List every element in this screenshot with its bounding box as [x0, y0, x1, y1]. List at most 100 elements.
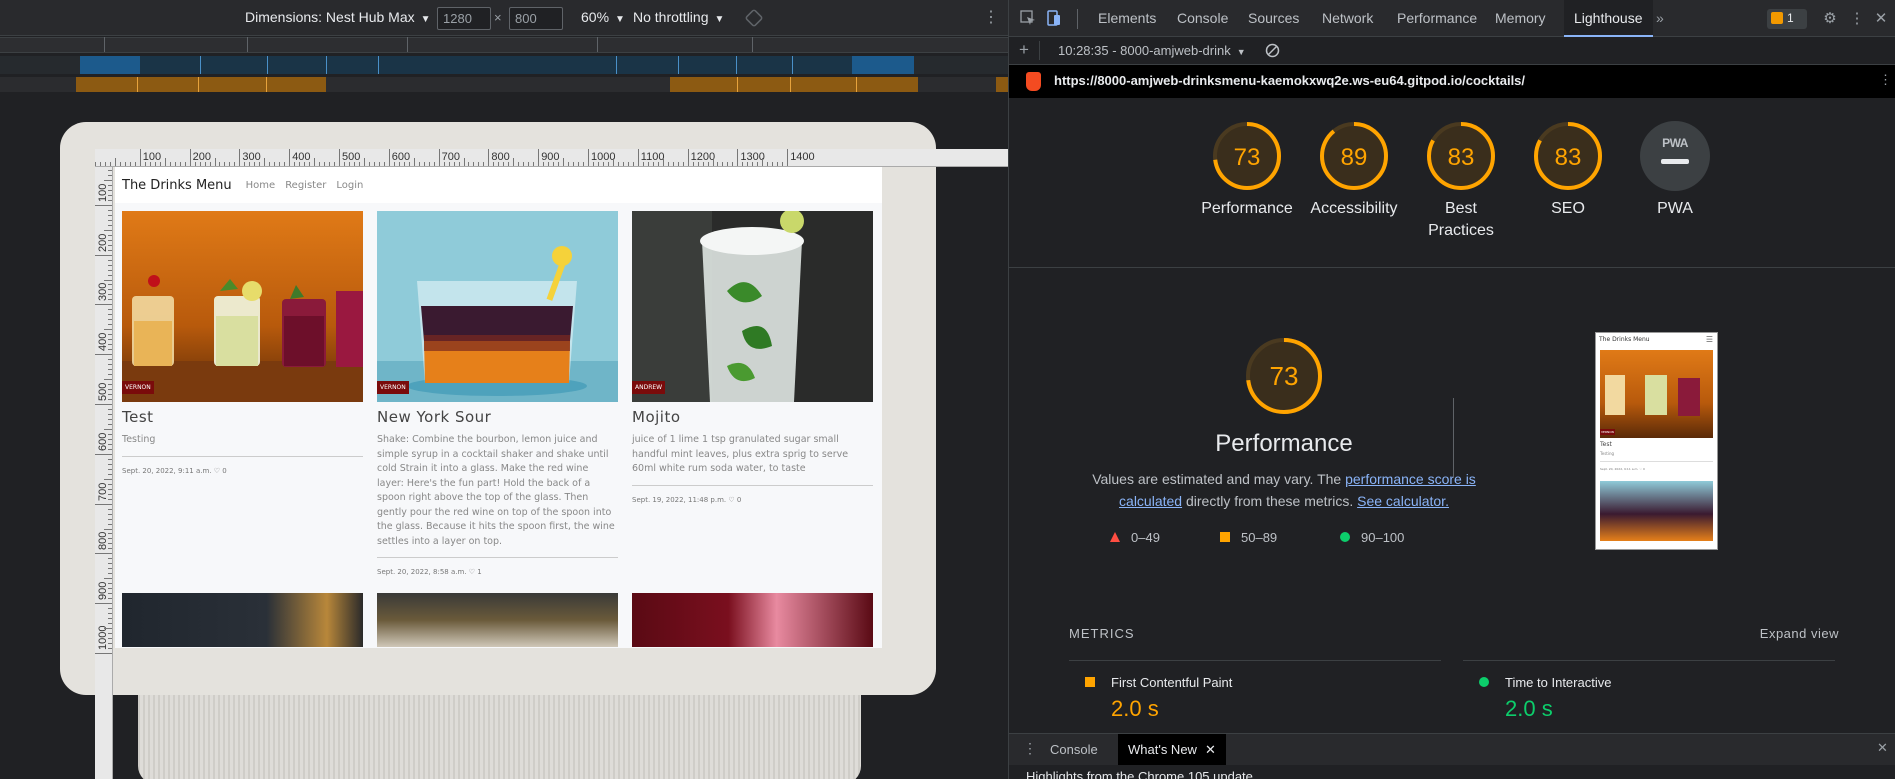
site-brand[interactable]: The Drinks Menu: [122, 178, 232, 193]
card-title[interactable]: Test: [122, 408, 363, 426]
ruler-minor-tick: [398, 162, 400, 166]
width-input[interactable]: [437, 7, 491, 30]
clear-icon[interactable]: [1265, 43, 1280, 61]
cocktail-image-row2-1[interactable]: [122, 593, 363, 647]
ruler-minor-tick: [294, 162, 296, 166]
ruler-minor-tick: [108, 299, 112, 301]
close-icon[interactable]: ✕: [1872, 10, 1890, 28]
cocktail-image-row2-2[interactable]: [377, 593, 618, 647]
device-select[interactable]: Dimensions: Nest Hub Max ▼: [245, 9, 431, 25]
device-select-label: Dimensions: Nest Hub Max: [245, 9, 415, 25]
ruler-minor-tick: [108, 374, 112, 376]
score-legend: 0–49 50–89 90–100: [1099, 530, 1499, 550]
tab-sources[interactable]: Sources: [1248, 0, 1299, 37]
ruler-minor-tick: [767, 162, 769, 166]
see-calculator-link[interactable]: See calculator.: [1357, 493, 1449, 509]
ruler-minor-tick: [224, 162, 226, 166]
ruler-minor-tick: [503, 162, 505, 166]
cocktail-card[interactable]: ANDREW Mojito juice of 1 lime 1 tsp gran…: [632, 211, 873, 504]
gauge-performance[interactable]: 73 Performance: [1192, 120, 1302, 220]
ruler-tick: [538, 149, 540, 166]
close-icon[interactable]: ✕: [1205, 742, 1216, 757]
media-query-bar-min-max[interactable]: [0, 56, 1008, 74]
drawer-tab-console[interactable]: Console: [1050, 734, 1098, 765]
issues-badge[interactable]: 1: [1767, 9, 1807, 29]
final-screenshot-thumbnail[interactable]: The Drinks Menu ☰ VERNON Test Testing Se…: [1595, 332, 1718, 550]
tab-lighthouse[interactable]: Lighthouse: [1564, 0, 1653, 37]
ruler-minor-tick: [108, 498, 112, 500]
more-options-icon[interactable]: ⋮: [1848, 10, 1866, 28]
ruler-minor-tick: [108, 438, 112, 440]
gauge-accessibility[interactable]: 89 Accessibility: [1299, 120, 1409, 220]
ruler-minor-tick: [458, 162, 460, 166]
author-badge: ANDREW: [632, 381, 666, 394]
ruler-minor-tick: [727, 162, 729, 166]
ruler-minor-tick: [108, 349, 112, 351]
ruler-minor-tick: [632, 162, 634, 166]
cocktail-image-new-york-sour[interactable]: VERNON: [377, 211, 618, 402]
add-report-button[interactable]: +: [1019, 40, 1029, 60]
inspect-element-icon[interactable]: [1019, 10, 1037, 28]
drawer-tab-whats-new[interactable]: What's New ✕: [1118, 734, 1226, 765]
cocktail-image-test[interactable]: VERNON: [122, 211, 363, 402]
tab-performance[interactable]: Performance: [1397, 0, 1477, 37]
nav-register[interactable]: Register: [285, 180, 326, 191]
ruler-minor-tick: [777, 162, 779, 166]
nav-login[interactable]: Login: [336, 180, 363, 191]
height-input[interactable]: [509, 7, 563, 30]
ruler-minor-tick: [762, 158, 764, 166]
ruler-minor-tick: [108, 169, 112, 171]
more-options-icon[interactable]: ⋮: [1879, 72, 1892, 88]
ruler-minor-tick: [108, 513, 112, 515]
report-select[interactable]: 10:28:35 - 8000-amjweb-drink ▼: [1058, 43, 1246, 58]
ruler-minor-tick: [343, 162, 345, 166]
cocktail-image-mojito[interactable]: ANDREW: [632, 211, 873, 402]
cocktail-card[interactable]: VERNON New York Sour Shake: Combine the …: [377, 211, 618, 576]
card-title[interactable]: Mojito: [632, 408, 873, 426]
ruler-minor-tick: [363, 158, 365, 166]
zoom-select[interactable]: 60% ▼: [581, 9, 625, 25]
media-query-bar-max-width[interactable]: [0, 37, 1008, 53]
tab-console[interactable]: Console: [1177, 0, 1228, 37]
ruler-minor-tick: [108, 633, 112, 635]
tab-elements[interactable]: Elements: [1098, 0, 1156, 37]
ruler-minor-tick: [513, 158, 515, 166]
device-toggle-icon[interactable]: [1045, 10, 1063, 28]
ruler-minor-tick: [108, 294, 112, 296]
ruler-minor-tick: [209, 162, 211, 166]
media-query-bar-min-width[interactable]: [0, 77, 1008, 92]
ruler-minor-tick: [108, 214, 112, 216]
ruler-minor-tick: [314, 158, 316, 166]
ruler-tick: [95, 354, 112, 356]
ruler-tick: [787, 149, 789, 166]
tab-memory[interactable]: Memory: [1495, 0, 1546, 37]
nav-home[interactable]: Home: [246, 180, 276, 191]
performance-score: 73: [1269, 361, 1299, 391]
drawer-menu-icon[interactable]: ⋮: [1023, 740, 1037, 757]
report-url[interactable]: https://8000-amjweb-drinksmenu-kaemokxwq…: [1054, 73, 1525, 88]
ruler-minor-tick: [662, 158, 664, 166]
tab-network[interactable]: Network: [1322, 0, 1373, 37]
ruler-minor-tick: [373, 162, 375, 166]
ruler-minor-tick: [104, 162, 106, 166]
expand-view-button[interactable]: Expand view: [1760, 626, 1839, 641]
ruler-minor-tick: [108, 399, 112, 401]
gauge-seo[interactable]: 83 SEO: [1513, 120, 1623, 220]
close-drawer-icon[interactable]: ✕: [1877, 740, 1888, 756]
ruler-minor-tick: [108, 593, 112, 595]
throttling-select[interactable]: No throttling ▼: [633, 9, 724, 25]
ruler-minor-tick: [108, 339, 112, 341]
gauge-pwa[interactable]: PWA PWA: [1620, 120, 1730, 220]
ruler-minor-tick: [284, 162, 286, 166]
ruler-minor-tick: [108, 463, 112, 465]
cocktail-card[interactable]: VERNON Test Testing Sept. 20, 2022, 9:11…: [122, 211, 363, 475]
cocktail-image-row2-3[interactable]: [632, 593, 873, 647]
ruler-minor-tick: [108, 334, 112, 336]
gauge-best-practices[interactable]: 83 Best Practices: [1406, 120, 1516, 242]
gear-icon[interactable]: ⚙: [1821, 10, 1839, 28]
card-title[interactable]: New York Sour: [377, 408, 618, 426]
rotate-icon[interactable]: [745, 9, 763, 27]
ruler-minor-tick: [108, 259, 112, 261]
more-tabs-icon[interactable]: »: [1656, 0, 1664, 37]
more-options-icon[interactable]: ⋮: [983, 8, 999, 28]
